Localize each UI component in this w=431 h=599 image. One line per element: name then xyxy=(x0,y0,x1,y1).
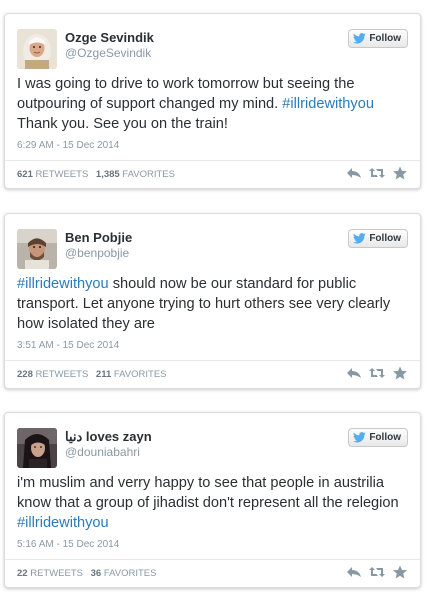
favorites-label: FAVORITES xyxy=(122,169,175,180)
retweet-icon[interactable] xyxy=(369,366,385,380)
divider xyxy=(5,160,420,161)
hashtag-link[interactable]: #illridewithyou xyxy=(282,96,374,112)
user-handle[interactable]: @OzgeSevindik xyxy=(65,46,151,60)
follow-label: Follow xyxy=(369,33,401,44)
divider xyxy=(5,559,420,560)
avatar[interactable] xyxy=(17,229,57,269)
favorite-star-icon[interactable] xyxy=(392,366,408,380)
display-name[interactable]: Ben Pobjie xyxy=(65,230,132,245)
reply-icon[interactable] xyxy=(346,166,362,180)
retweets-label: RETWEETS xyxy=(35,169,89,180)
follow-label: Follow xyxy=(369,233,401,244)
follow-label: Follow xyxy=(369,432,401,443)
user-handle[interactable]: @benpobjie xyxy=(65,246,129,260)
retweet-count[interactable]: 621 xyxy=(17,169,33,180)
timestamp[interactable]: 3:51 AM - 15 Dec 2014 xyxy=(17,340,119,351)
hashtag-link[interactable]: #illridewithyou xyxy=(17,515,109,531)
favorite-count[interactable]: 211 xyxy=(96,369,111,380)
follow-button[interactable]: Follow xyxy=(348,29,408,48)
retweets-label: RETWEETS xyxy=(30,568,83,579)
retweet-icon[interactable] xyxy=(369,166,385,180)
tweet-text: I was going to drive to work tomorrow bu… xyxy=(17,74,409,134)
tweet-text: #illridewithyou should now be our standa… xyxy=(17,274,409,334)
follow-button[interactable]: Follow xyxy=(348,428,408,447)
avatar[interactable] xyxy=(17,29,57,69)
tweet-stats: 22 RETWEETS 36 FAVORITES xyxy=(17,568,156,579)
follow-button[interactable]: Follow xyxy=(348,229,408,248)
display-name[interactable]: Ozge Sevindik xyxy=(65,30,154,45)
retweet-count[interactable]: 22 xyxy=(17,568,28,579)
user-handle[interactable]: @douniabahri xyxy=(65,445,140,459)
avatar[interactable] xyxy=(17,428,57,468)
hashtag-link[interactable]: #illridewithyou xyxy=(17,276,109,292)
tweet-card: دنيا loves zayn @douniabahri Follow i'm … xyxy=(4,412,421,588)
favorite-star-icon[interactable] xyxy=(392,565,408,579)
tweet-stats: 228 RETWEETS 211 FAVORITES xyxy=(17,369,167,380)
twitter-bird-icon xyxy=(353,33,367,44)
timestamp[interactable]: 6:29 AM - 15 Dec 2014 xyxy=(17,140,119,151)
tweet-card: Ben Pobjie @benpobjie Follow #illridewit… xyxy=(4,213,421,389)
retweet-count[interactable]: 228 xyxy=(17,369,33,380)
tweet-actions xyxy=(346,166,408,180)
tweet-stats: 621 RETWEETS 1,385 FAVORITES xyxy=(17,169,175,180)
divider xyxy=(5,360,420,361)
tweet-text-part: Thank you. See you on the train! xyxy=(17,116,228,132)
tweet-actions xyxy=(346,366,408,380)
tweet-text: i'm muslim and verry happy to see that p… xyxy=(17,473,409,533)
favorite-count[interactable]: 36 xyxy=(91,568,102,579)
favorite-star-icon[interactable] xyxy=(392,166,408,180)
reply-icon[interactable] xyxy=(346,366,362,380)
display-name[interactable]: دنيا loves zayn xyxy=(65,429,152,445)
favorites-label: FAVORITES xyxy=(103,568,157,579)
tweet-text-part: i'm muslim and verry happy to see that p… xyxy=(17,475,399,511)
timestamp[interactable]: 5:16 AM - 15 Dec 2014 xyxy=(17,539,119,550)
twitter-bird-icon xyxy=(353,432,367,443)
reply-icon[interactable] xyxy=(346,565,362,579)
retweet-icon[interactable] xyxy=(369,565,385,579)
favorite-count[interactable]: 1,385 xyxy=(96,169,120,180)
favorites-label: FAVORITES xyxy=(113,369,167,380)
retweets-label: RETWEETS xyxy=(35,369,89,380)
tweet-card: Ozge Sevindik @OzgeSevindik Follow I was… xyxy=(4,13,421,189)
tweet-actions xyxy=(346,565,408,579)
twitter-bird-icon xyxy=(353,233,367,244)
